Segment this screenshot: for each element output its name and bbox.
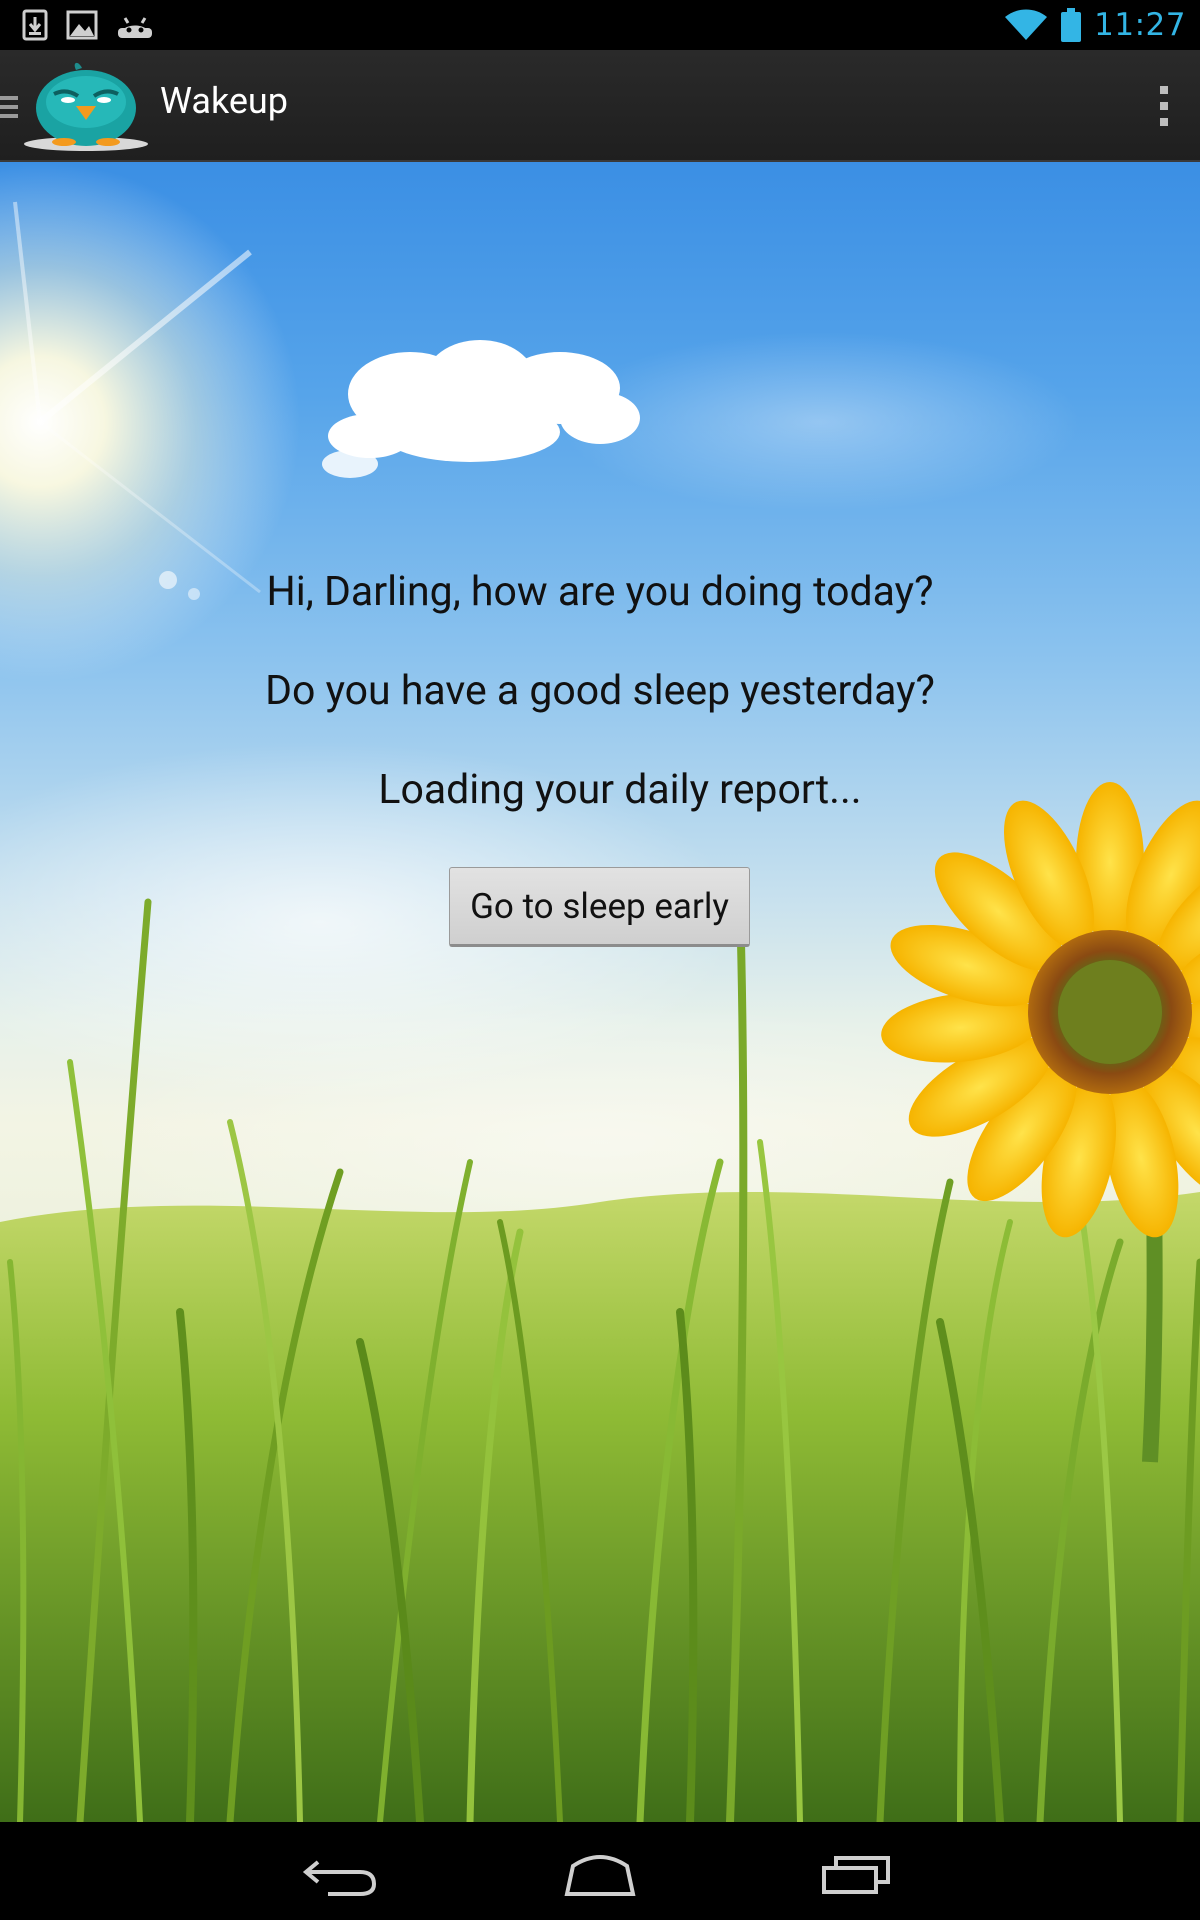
system-status-area: 11:27: [1004, 7, 1200, 43]
overflow-menu-icon[interactable]: [1156, 84, 1172, 128]
app-screen: 11:27 Wakeup Hi, Darling, how are you do…: [0, 0, 1200, 1920]
download-icon: [22, 9, 48, 41]
bird-logo-icon[interactable]: [24, 58, 154, 154]
app-title: Wakeup: [160, 80, 288, 122]
greeting-text: Hi, Darling, how are you doing today?: [266, 568, 934, 616]
loading-status-text: Loading your daily report...: [378, 766, 862, 814]
battery-icon: [1061, 8, 1082, 42]
android-icon: [118, 17, 152, 38]
action-bar: Wakeup: [0, 50, 1200, 162]
status-time: 11:27: [1094, 7, 1186, 43]
recent-apps-icon[interactable]: [812, 1844, 902, 1900]
wifi-icon: [1005, 9, 1048, 40]
home-icon[interactable]: [555, 1844, 645, 1900]
sleep-question-text: Do you have a good sleep yesterday?: [265, 667, 935, 715]
status-bar: 11:27: [0, 0, 1200, 50]
main-content: Hi, Darling, how are you doing today? Do…: [0, 162, 1200, 1822]
navigation-bar: [0, 1822, 1200, 1920]
back-icon[interactable]: [298, 1844, 388, 1900]
image-icon: [66, 10, 98, 40]
drawer-icon[interactable]: [0, 92, 20, 122]
meadow-background: [0, 162, 1200, 1822]
notification-area: [0, 9, 154, 41]
go-to-sleep-early-button[interactable]: Go to sleep early: [449, 867, 750, 947]
